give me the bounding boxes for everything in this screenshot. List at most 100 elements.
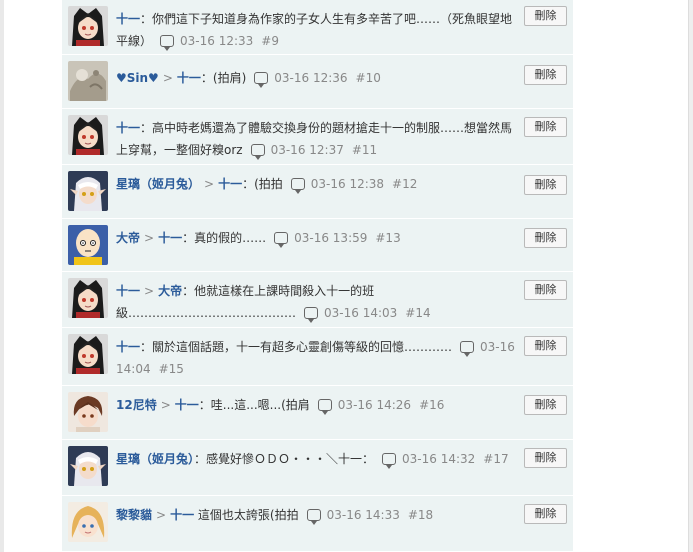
floor-number[interactable]: #13 [375, 231, 400, 245]
anime-girl-black-hood-icon [68, 334, 108, 374]
silver-hair-elf-icon [68, 171, 108, 211]
comment-body: 星璃（姬月兔）：感覺好慘ＯＤＯ・・・＼十一： 03-16 14:32 #17 [116, 448, 516, 470]
comment-row: 十一：你們這下子知道身為作家的子女人生有多辛苦了吧……（死魚眼望地平線） 03-1… [62, 0, 573, 55]
comment-text: ：哇...這...嗯...(拍肩 [198, 398, 310, 412]
delete-button[interactable]: 刪除 [524, 336, 567, 356]
comment-time: 03-16 13:59 [294, 231, 368, 245]
delete-button[interactable]: 刪除 [524, 117, 567, 137]
comment-body: 星璃（姬月兔） > 十一：(拍拍 03-16 12:38 #12 [116, 173, 516, 195]
bald-hero-icon [68, 225, 108, 265]
comment-text: ：你們這下子知道身為作家的子女人生有多辛苦了吧……（死魚眼望地平線） [116, 12, 513, 48]
reply-icon[interactable] [254, 72, 269, 88]
comment-row: ♥Sin♥ > 十一：(拍肩) 03-16 12:36 #10 刪除 [62, 55, 573, 109]
anime-girl-black-hood-icon [68, 278, 108, 318]
delete-button[interactable]: 刪除 [524, 6, 567, 26]
comment-time: 03-16 12:38 [310, 177, 385, 191]
author-name[interactable]: 12尼特 [116, 398, 157, 412]
delete-button[interactable]: 刪除 [524, 65, 567, 85]
avatar[interactable] [68, 446, 108, 486]
comment-row: 黎黎貓 > 十一 這個也太誇張(拍拍 03-16 14:33 #18 刪除 [62, 496, 573, 552]
reply-icon[interactable] [160, 35, 175, 51]
reply-icon[interactable] [306, 509, 321, 525]
comment-row: 星璃（姬月兔） > 十一：(拍拍 03-16 12:38 #12 刪除 [62, 165, 573, 219]
comment-text: ：真的假的…… [182, 231, 267, 245]
delete-button[interactable]: 刪除 [524, 395, 567, 415]
silver-hair-elf-icon [68, 446, 108, 486]
comment-text: ：感覺好慘ＯＤＯ・・・＼十一： [194, 452, 375, 466]
author-name[interactable]: 星璃（姬月兔） [116, 452, 194, 466]
comment-row: 十一 > 大帝：他就這樣在上課時間殺入十一的班級…………………………………… 03-1… [62, 272, 573, 328]
reply-icon[interactable] [382, 453, 397, 469]
avatar[interactable] [68, 115, 108, 155]
comment-time: 03-16 14:26 [337, 398, 412, 412]
floor-number[interactable]: #11 [352, 143, 377, 157]
comment-time: 03-16 12:37 [270, 143, 344, 157]
comment-text: ：(拍肩) [200, 71, 247, 85]
author-name[interactable]: 黎黎貓 [116, 508, 152, 522]
avatar[interactable] [68, 334, 108, 374]
delete-button[interactable]: 刪除 [524, 228, 567, 248]
comment-text: ：(拍拍 [242, 177, 283, 191]
comment-body: 12尼特 > 十一：哇...這...嗯...(拍肩 03-16 14:26 #16 [116, 394, 516, 416]
reply-arrow: > [156, 508, 167, 522]
floor-number[interactable]: #18 [408, 508, 433, 522]
delete-button[interactable]: 刪除 [524, 448, 567, 468]
floor-number[interactable]: #12 [392, 177, 417, 191]
anime-girl-black-hood-icon [68, 6, 108, 46]
reply-icon[interactable] [250, 144, 265, 160]
comment-time: 03-16 14:33 [326, 508, 400, 522]
left-scroll-rail [0, 0, 4, 552]
reply-icon[interactable] [274, 232, 289, 248]
floor-number[interactable]: #10 [356, 71, 381, 85]
comment-time: 03-16 12:33 [180, 34, 254, 48]
floor-number[interactable]: #14 [405, 306, 430, 320]
floor-number[interactable]: #17 [483, 452, 508, 466]
author-name[interactable]: 十一 [116, 121, 140, 135]
reply-icon[interactable] [290, 178, 305, 194]
brown-hair-boy-icon [68, 392, 108, 432]
right-scroll-rail[interactable] [688, 0, 693, 552]
comment-row: 十一：關於這個話題，十一有超多心靈創傷等級的回憶………… 03-16 14:04 #… [62, 328, 573, 386]
comment-text: 這個也太誇張(拍拍 [194, 508, 299, 522]
avatar[interactable] [68, 61, 108, 101]
floor-number[interactable]: #16 [419, 398, 444, 412]
comment-row: 星璃（姬月兔）：感覺好慘ＯＤＯ・・・＼十一： 03-16 14:32 #17 刪除 [62, 440, 573, 496]
reply-to-name[interactable]: 十一 [218, 177, 242, 191]
comment-text: ：關於這個話題，十一有超多心靈創傷等級的回憶………… [140, 340, 453, 354]
author-name[interactable]: ♥Sin♥ [116, 71, 159, 85]
author-name[interactable]: 十一 [116, 340, 140, 354]
avatar[interactable] [68, 502, 108, 542]
floor-number[interactable]: #15 [159, 362, 184, 376]
reply-to-name[interactable]: 十一 [175, 398, 199, 412]
avatar[interactable] [68, 225, 108, 265]
avatar[interactable] [68, 392, 108, 432]
reply-to-name[interactable]: 十一 [170, 508, 194, 522]
comment-time: 03-16 12:36 [274, 71, 348, 85]
comment-row: 大帝 > 十一：真的假的…… 03-16 13:59 #13 刪除 [62, 219, 573, 272]
comment-body: 十一：高中時老媽還為了體驗交換身份的題材搶走十一的制服……想當然馬上穿幫，一整個… [116, 117, 516, 161]
avatar[interactable] [68, 171, 108, 211]
avatar[interactable] [68, 6, 108, 46]
author-name[interactable]: 星璃（姬月兔） [116, 177, 200, 191]
blonde-girl-icon [68, 502, 108, 542]
reply-icon[interactable] [304, 307, 319, 323]
reply-icon[interactable] [460, 341, 475, 357]
delete-button[interactable]: 刪除 [524, 504, 567, 524]
author-name[interactable]: 十一 [116, 284, 140, 298]
reply-arrow: > [144, 231, 155, 245]
floor-number[interactable]: #9 [261, 34, 279, 48]
delete-button[interactable]: 刪除 [524, 280, 567, 300]
delete-button[interactable]: 刪除 [524, 175, 567, 195]
comment-row: 12尼特 > 十一：哇...這...嗯...(拍肩 03-16 14:26 #16 刪除 [62, 386, 573, 440]
reply-to-name[interactable]: 大帝 [158, 284, 182, 298]
author-name[interactable]: 十一 [116, 12, 140, 26]
reply-arrow: > [160, 398, 171, 412]
reply-to-name[interactable]: 十一 [158, 231, 182, 245]
comment-time: 03-16 14:03 [324, 306, 398, 320]
author-name[interactable]: 大帝 [116, 231, 140, 245]
comment-body: 大帝 > 十一：真的假的…… 03-16 13:59 #13 [116, 227, 516, 249]
reply-to-name[interactable]: 十一 [177, 71, 201, 85]
avatar[interactable] [68, 278, 108, 318]
reply-icon[interactable] [317, 399, 332, 415]
comment-body: ♥Sin♥ > 十一：(拍肩) 03-16 12:36 #10 [116, 67, 516, 89]
